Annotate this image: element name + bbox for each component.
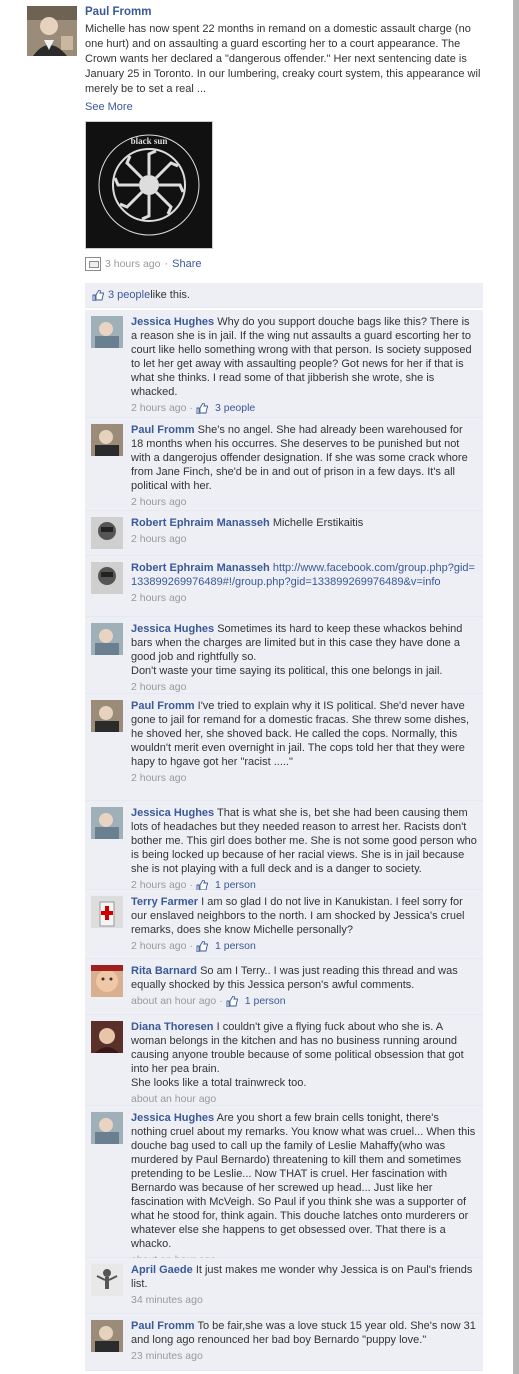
comment-meta: 2 hours ago [131,771,477,785]
share-link[interactable]: Share [172,258,201,270]
comment-author[interactable]: Jessica Hughes [131,316,214,328]
comment-timestamp[interactable]: 23 minutes ago [131,1349,203,1363]
avatar[interactable] [91,1021,123,1053]
comment: Diana Thoresen I couldn't give a flying … [85,1015,483,1106]
avatar[interactable] [91,965,123,997]
avatar[interactable] [91,807,123,839]
comment-timestamp[interactable]: 2 hours ago [131,680,186,694]
likes-suffix: like this. [150,289,190,301]
avatar[interactable] [91,896,123,928]
window-edge [513,0,519,1374]
comment: Jessica Hughes Why do you support douche… [85,310,483,418]
comment-meta: 34 minutes ago [131,1293,477,1307]
separator: · [164,258,169,270]
likes-count-link[interactable]: 3 people [108,289,150,301]
comment-author[interactable]: Paul Fromm [131,700,195,712]
comment-author[interactable]: Robert Ephraim Manasseh [131,517,270,529]
comment: April Gaede It just makes me wonder why … [85,1258,483,1314]
avatar[interactable] [27,6,77,56]
likes-bar: 3 people like this. [85,283,483,308]
avatar[interactable] [91,562,123,594]
comment-timestamp[interactable]: about an hour ago [131,1092,216,1106]
comment: Terry Farmer I am so glad I do not live … [85,890,483,959]
avatar[interactable] [91,1112,123,1144]
comment-meta: 2 hours ago · 3 people [131,401,256,415]
emblem-text: black sun [131,136,168,146]
comment: Jessica Hughes Sometimes its hard to kee… [85,617,483,694]
comment-timestamp[interactable]: 34 minutes ago [131,1293,203,1307]
thumbs-up-icon [196,940,208,952]
post-text: Michelle has now spent 22 months in rema… [85,23,481,95]
comment-timestamp[interactable]: 2 hours ago [131,939,186,953]
comment-text: Michelle Erstikaitis [272,517,364,529]
comment: Paul Fromm To be fair,she was a love stu… [85,1314,483,1371]
comment-text: Are you short a few brain cells tonight,… [131,1112,476,1250]
thumbs-up-icon [92,289,104,301]
comment: Robert Ephraim Manasseh http://www.faceb… [85,556,483,617]
comment-timestamp[interactable]: 2 hours ago [131,495,186,509]
post-timestamp[interactable]: 3 hours ago [105,258,160,270]
comment-timestamp[interactable]: 2 hours ago [131,591,186,605]
comment-meta: 2 hours ago [131,532,477,546]
comment-author[interactable]: Terry Farmer [131,896,198,908]
comment-author[interactable]: April Gaede [131,1264,193,1276]
comment: Paul Fromm I've tried to explain why it … [85,694,483,801]
comment-text: Why do you support douche bags like this… [131,316,472,398]
post-meta: 3 hours ago · Share [85,257,485,271]
comment: Jessica Hughes That is what she is, bet … [85,801,483,891]
avatar[interactable] [91,517,123,549]
comment: Rita Barnard So am I Terry.. I was just … [85,959,483,1015]
comment-timestamp[interactable]: 2 hours ago [131,771,186,785]
comment-meta: 23 minutes ago [131,1349,477,1363]
comment-author[interactable]: Rita Barnard [131,965,197,977]
comment-likes-link[interactable]: 3 people [215,401,255,415]
comment: Paul Fromm She's no angel. She had alrea… [85,418,483,511]
comment-meta: about an hour ago · 1 person [131,994,286,1008]
comment: Robert Ephraim Manasseh Michelle Erstika… [85,511,483,556]
comment-author[interactable]: Jessica Hughes [131,1112,214,1124]
comment-meta: about an hour ago [131,1092,477,1106]
comment-meta: 2 hours ago [131,591,477,605]
comment: Jessica Hughes Are you short a few brain… [85,1106,483,1266]
black-sun-emblem: black sun [98,134,200,236]
comment-meta: 2 hours ago [131,495,477,509]
comments-section: 3 people like this. Jessica Hughes Why d… [85,283,483,1371]
comment-meta: 2 hours ago [131,680,477,694]
comment-author[interactable]: Paul Fromm [131,1320,195,1332]
comment-timestamp[interactable]: about an hour ago [131,994,216,1008]
thumbs-up-icon [196,402,208,414]
avatar[interactable] [91,316,123,348]
post-author-name[interactable]: Paul Fromm [85,6,485,18]
comment-meta: 2 hours ago · 1 person [131,939,256,953]
comment-author[interactable]: Robert Ephraim Manasseh [131,562,270,574]
avatar[interactable] [91,424,123,456]
comment-timestamp[interactable]: 2 hours ago [131,532,186,546]
avatar[interactable] [91,700,123,732]
comment-author[interactable]: Jessica Hughes [131,623,214,635]
avatar[interactable] [91,1264,123,1296]
comment-author[interactable]: Paul Fromm [131,424,195,436]
avatar[interactable] [91,1320,123,1352]
post-image[interactable]: black sun [85,121,213,249]
thumbs-up-icon [196,879,208,891]
comment-author[interactable]: Jessica Hughes [131,807,214,819]
avatar[interactable] [91,623,123,655]
comment-timestamp[interactable]: 2 hours ago [131,401,186,415]
comment-author[interactable]: Diana Thoresen [131,1021,214,1033]
thumbs-up-icon [226,995,238,1007]
comment-likes-link[interactable]: 1 person [245,994,286,1008]
see-more-link[interactable]: See More [85,101,485,113]
comment-likes-link[interactable]: 1 person [215,939,256,953]
shared-link-icon [85,257,101,271]
